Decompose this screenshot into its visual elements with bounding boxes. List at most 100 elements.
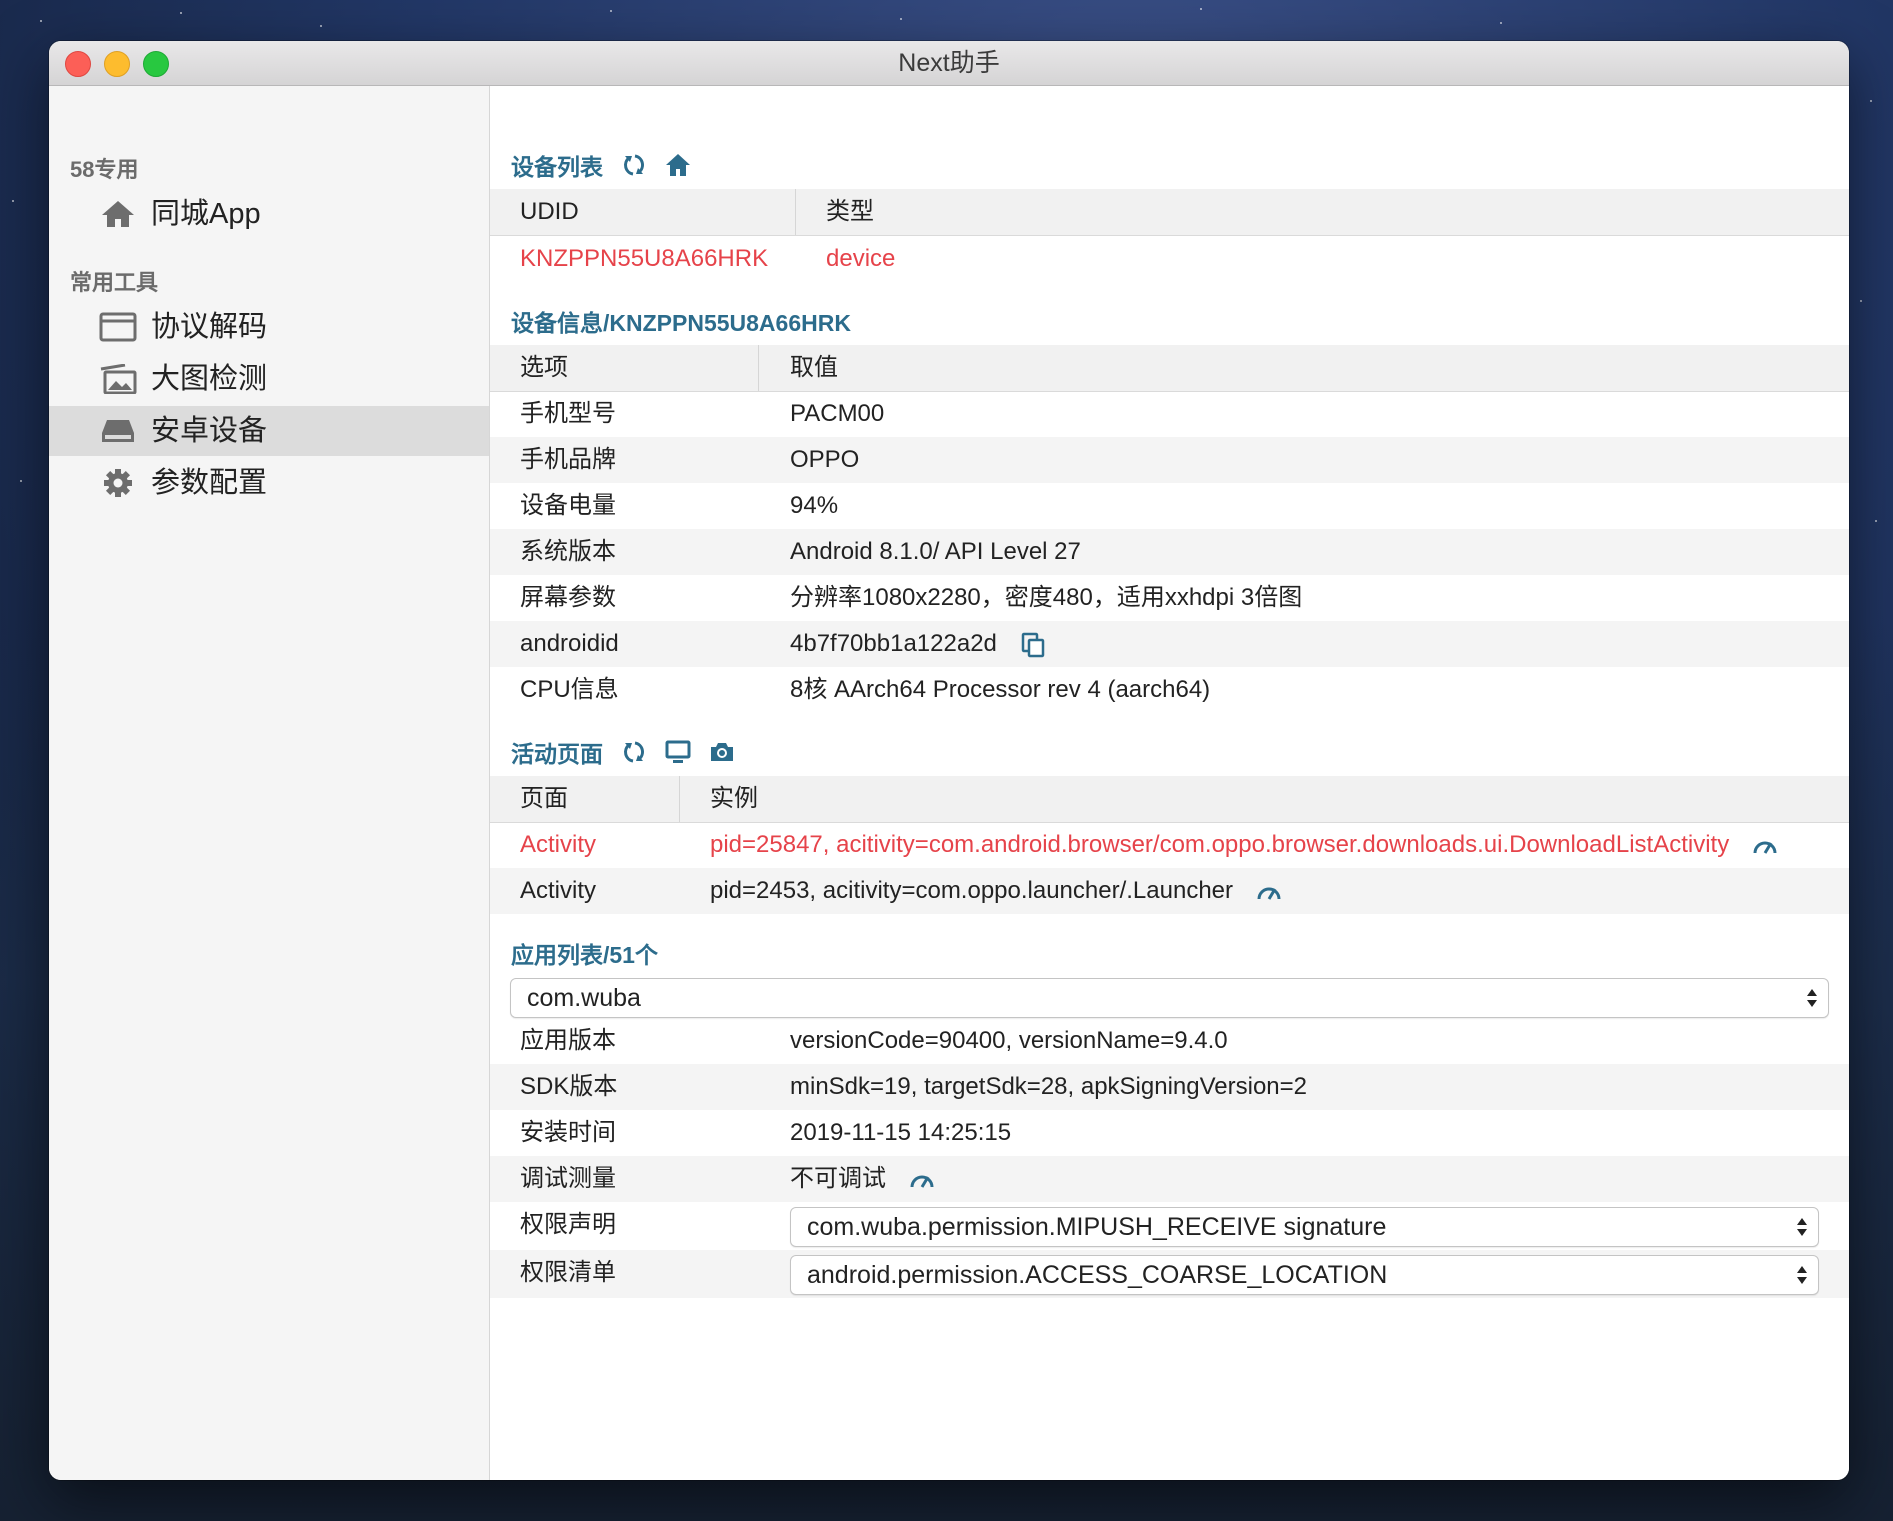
monitor-icon[interactable] xyxy=(665,739,691,765)
column-header-instance: 实例 xyxy=(710,785,758,812)
info-key: 手机型号 xyxy=(520,400,616,427)
sidebar-section-tools: 常用工具 xyxy=(70,270,159,295)
section-title: 应用列表/51个 xyxy=(511,942,658,968)
image-icon xyxy=(100,364,137,394)
app-info-row: SDK版本 minSdk=19, targetSdk=28, apkSignin… xyxy=(490,1064,1849,1110)
activity-instance: pid=25847, acitivity=com.android.browser… xyxy=(710,831,1730,858)
info-value: 8核 AArch64 Processor rev 4 (aarch64) xyxy=(790,676,1211,703)
info-row: 设备电量 94% xyxy=(490,483,1849,529)
updown-arrow-icon xyxy=(1797,1266,1807,1284)
device-udid: KNZPPN55U8A66HRK xyxy=(520,245,769,272)
device-type: device xyxy=(826,245,896,272)
sidebar-item-label: 大图检测 xyxy=(151,363,268,395)
app-info-row: 安装时间 2019-11-15 14:25:15 xyxy=(490,1110,1849,1156)
sidebar-item-android-device[interactable]: 安卓设备 xyxy=(49,406,489,456)
info-value: OPPO xyxy=(790,446,860,473)
app-info-value: 2019-11-15 14:25:15 xyxy=(790,1119,1012,1146)
sidebar-section-58: 58专用 xyxy=(70,157,139,182)
device-info-header: 选项 取值 xyxy=(490,345,1849,392)
info-key: 设备电量 xyxy=(520,492,616,519)
info-value: 4b7f70bb1a122a2d xyxy=(790,630,997,657)
activity-row[interactable]: Activity pid=25847, acitivity=com.androi… xyxy=(490,822,1849,868)
app-info-value: minSdk=19, targetSdk=28, apkSigningVersi… xyxy=(790,1073,1308,1100)
app-info-row: 调试测量 不可调试 xyxy=(490,1156,1849,1202)
sidebar-item-protocol-decode[interactable]: 协议解码 xyxy=(49,302,489,352)
app-info-row: 权限声明 com.wuba.permission.MIPUSH_RECEIVE … xyxy=(490,1202,1849,1250)
gear-icon xyxy=(104,469,132,497)
activity-instance-wrap: pid=25847, acitivity=com.android.browser… xyxy=(710,822,1778,868)
activity-page: Activity xyxy=(520,831,597,858)
main-panel: 设备列表 UDID 类型 KNZPPN55U8A66HRK device 设备信… xyxy=(490,86,1849,1480)
copy-icon[interactable] xyxy=(1020,632,1046,658)
info-value: PACM00 xyxy=(790,400,885,427)
section-title: 活动页面 xyxy=(511,741,603,767)
updown-arrow-icon xyxy=(1797,1218,1807,1236)
info-row: 手机品牌 OPPO xyxy=(490,437,1849,483)
sidebar-item-tongcheng-app[interactable]: 同城App xyxy=(49,189,489,239)
info-row: androidid 4b7f70bb1a122a2d xyxy=(490,621,1849,667)
info-value-wrap: 4b7f70bb1a122a2d xyxy=(790,621,1046,667)
info-value: Android 8.1.0/ API Level 27 xyxy=(790,538,1081,565)
activities-header: 页面 实例 xyxy=(490,776,1849,823)
info-key: 手机品牌 xyxy=(520,446,616,473)
permission-declared-select[interactable]: com.wuba.permission.MIPUSH_RECEIVE signa… xyxy=(790,1207,1819,1247)
speedometer-icon[interactable] xyxy=(1256,879,1282,905)
sidebar-item-label: 安卓设备 xyxy=(151,415,268,447)
sidebar: 58专用 同城App 常用工具 协议解码 大图检测 安卓设备 参数配置 xyxy=(49,86,490,1480)
app-select-value: com.wuba xyxy=(527,984,641,1012)
column-header-type: 类型 xyxy=(826,198,874,225)
app-select[interactable]: com.wuba xyxy=(510,978,1829,1018)
section-title: 设备列表 xyxy=(511,154,603,180)
sidebar-item-label: 参数配置 xyxy=(151,467,268,499)
column-header-page: 页面 xyxy=(520,785,568,812)
activity-instance-wrap: pid=2453, acitivity=com.oppo.launcher/.L… xyxy=(710,868,1282,914)
info-value: 94% xyxy=(790,492,839,519)
sidebar-item-label: 同城App xyxy=(151,198,261,230)
updown-arrow-icon xyxy=(1807,989,1817,1007)
app-window: Next助手 58专用 同城App 常用工具 协议解码 大图检测 安卓设备 参数… xyxy=(49,41,1849,1480)
activity-instance: pid=2453, acitivity=com.oppo.launcher/.L… xyxy=(710,877,1234,904)
speedometer-icon[interactable] xyxy=(909,1167,935,1193)
section-title: 设备信息/KNZPPN55U8A66HRK xyxy=(511,310,851,336)
sidebar-item-parameter-config[interactable]: 参数配置 xyxy=(49,458,489,508)
activities-section: 活动页面 xyxy=(511,735,735,769)
device-info-section: 设备信息/KNZPPN55U8A66HRK xyxy=(511,304,851,338)
permission-list-select[interactable]: android.permission.ACCESS_COARSE_LOCATIO… xyxy=(790,1255,1819,1295)
app-info-key: 安装时间 xyxy=(520,1119,616,1146)
info-key: CPU信息 xyxy=(520,676,619,703)
window-title: Next助手 xyxy=(898,49,1000,77)
app-info-value: versionCode=90400, versionName=9.4.0 xyxy=(790,1027,1228,1054)
device-list-header: UDID 类型 xyxy=(490,189,1849,236)
app-info-row: 权限清单 android.permission.ACCESS_COARSE_LO… xyxy=(490,1250,1849,1298)
refresh-icon[interactable] xyxy=(621,739,647,765)
title-bar: Next助手 xyxy=(49,41,1849,86)
app-info-key: 应用版本 xyxy=(520,1027,616,1054)
activity-row[interactable]: Activity pid=2453, acitivity=com.oppo.la… xyxy=(490,868,1849,914)
info-row: 屏幕参数 分辨率1080x2280，密度480，适用xxhdpi 3倍图 xyxy=(490,575,1849,621)
app-info-value: 不可调试 xyxy=(790,1165,886,1192)
info-value: 分辨率1080x2280，密度480，适用xxhdpi 3倍图 xyxy=(790,584,1303,611)
camera-icon[interactable] xyxy=(709,739,735,765)
column-header-option: 选项 xyxy=(520,354,568,381)
speedometer-icon[interactable] xyxy=(1752,833,1778,859)
device-row[interactable]: KNZPPN55U8A66HRK device xyxy=(490,236,1849,282)
sidebar-item-image-check[interactable]: 大图检测 xyxy=(49,354,489,404)
window-icon xyxy=(99,312,137,342)
permission-declared-value: com.wuba.permission.MIPUSH_RECEIVE signa… xyxy=(807,1213,1387,1241)
column-header-value: 取值 xyxy=(790,354,838,381)
app-info-key: 权限清单 xyxy=(520,1259,616,1286)
home-icon[interactable] xyxy=(665,152,691,178)
app-info-value-wrap: 不可调试 xyxy=(790,1156,935,1202)
refresh-icon[interactable] xyxy=(621,152,647,178)
home-icon xyxy=(102,201,134,227)
info-key: 屏幕参数 xyxy=(520,584,616,611)
app-info-key: SDK版本 xyxy=(520,1073,618,1100)
app-info-key: 调试测量 xyxy=(520,1165,616,1192)
info-row: CPU信息 8核 AArch64 Processor rev 4 (aarch6… xyxy=(490,667,1849,713)
app-info-key: 权限声明 xyxy=(520,1211,616,1238)
info-key: 系统版本 xyxy=(520,538,616,565)
apps-section: 应用列表/51个 xyxy=(511,936,658,970)
app-info-row: 应用版本 versionCode=90400, versionName=9.4.… xyxy=(490,1018,1849,1064)
sidebar-item-label: 协议解码 xyxy=(151,311,268,343)
activity-page: Activity xyxy=(520,877,597,904)
